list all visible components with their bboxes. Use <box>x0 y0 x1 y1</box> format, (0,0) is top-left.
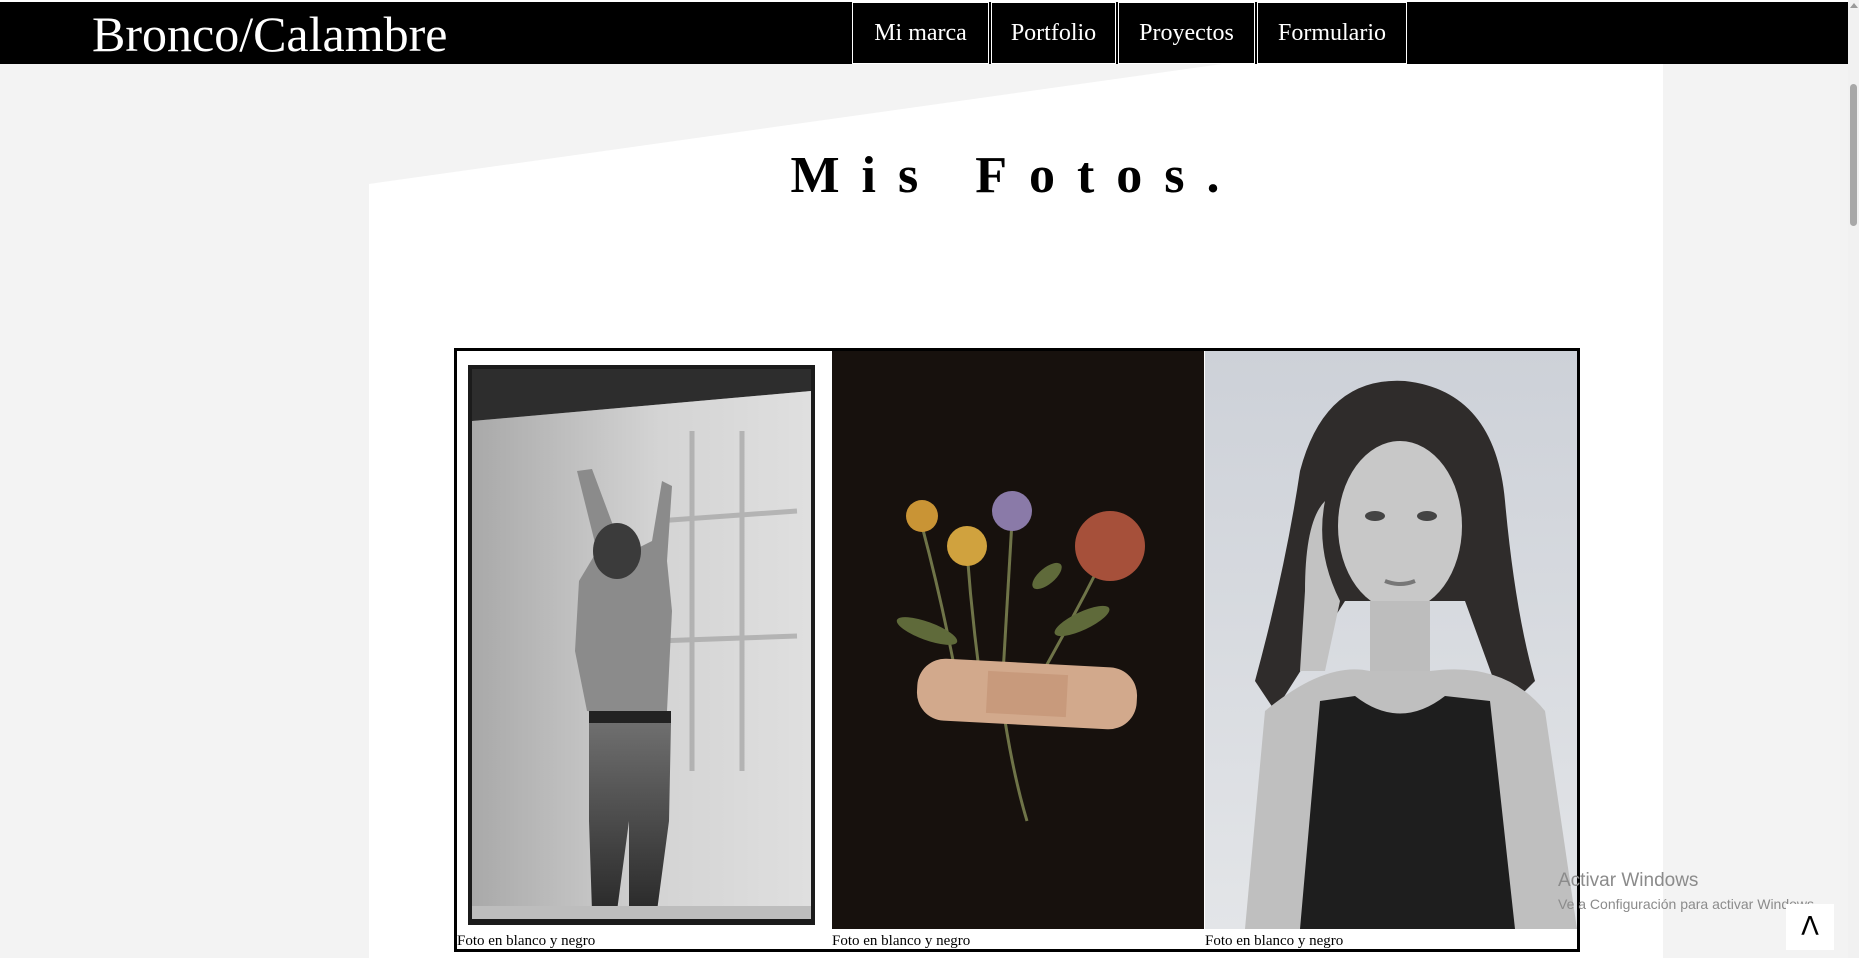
scroll-up-icon[interactable] <box>1850 3 1858 8</box>
main-nav: Mi marca Portfolio Proyectos Formulario <box>852 2 1409 64</box>
chevron-up-icon: Λ <box>1801 912 1819 942</box>
photo-caption-1: Foto en blanco y negro <box>457 933 596 949</box>
vertical-scrollbar[interactable] <box>1848 0 1859 958</box>
page-title: Mis Fotos. <box>790 147 1242 204</box>
nav-item-formulario[interactable]: Formulario <box>1257 2 1407 64</box>
photo-woman-portrait <box>1205 351 1577 929</box>
gallery-photo-2[interactable] <box>832 351 1204 929</box>
watermark-title: Activar Windows <box>1558 870 1699 891</box>
top-navbar: Bronco/Calambre Mi marca Portfolio Proye… <box>0 0 1848 64</box>
nav-item-proyectos[interactable]: Proyectos <box>1118 2 1255 64</box>
photo-pressed-flowers <box>832 351 1204 929</box>
gallery-photo-1[interactable] <box>457 351 829 929</box>
photo-caption-2: Foto en blanco y negro <box>832 933 971 949</box>
nav-item-portfolio[interactable]: Portfolio <box>991 2 1116 64</box>
page: Bronco/Calambre Mi marca Portfolio Proye… <box>0 0 1859 958</box>
brand-logo[interactable]: Bronco/Calambre <box>92 8 447 60</box>
gallery-photo-3[interactable] <box>1205 351 1577 929</box>
nav-item-mi-marca[interactable]: Mi marca <box>852 2 989 64</box>
photo-gallery: Foto en blanco y negro Foto en blanco y … <box>454 348 1580 952</box>
photo-man-stretching <box>468 365 815 925</box>
scrollbar-thumb[interactable] <box>1850 84 1857 226</box>
back-to-top-button[interactable]: Λ <box>1786 904 1834 950</box>
watermark-subtitle: Ve a Configuración para activar Windows. <box>1558 896 1818 912</box>
photo-caption-3: Foto en blanco y negro <box>1205 933 1344 949</box>
windows-activation-watermark: Activar Windows Ve a Configuración para … <box>1558 870 1818 916</box>
